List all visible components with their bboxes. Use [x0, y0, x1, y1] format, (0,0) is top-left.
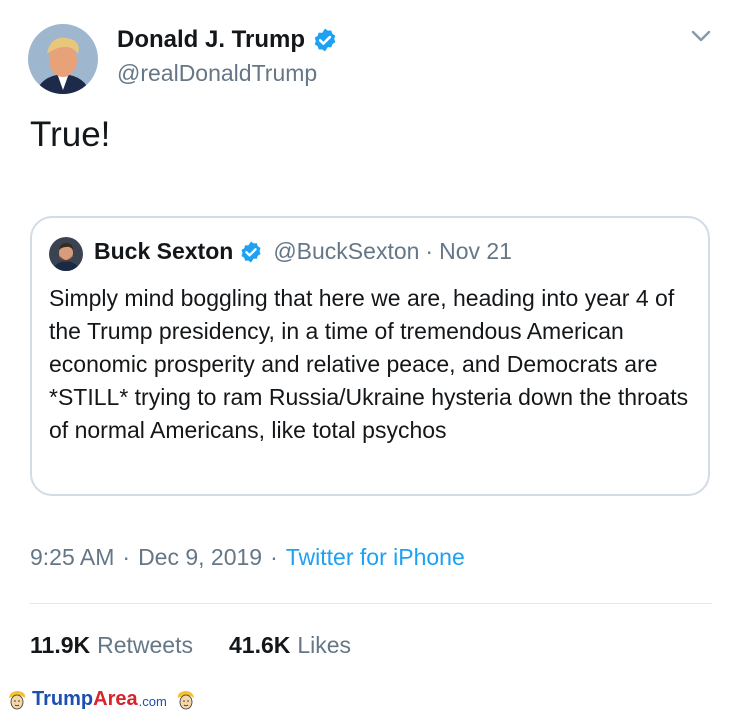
separator-dot: · — [122, 544, 131, 570]
tweet-time[interactable]: 9:25 AM — [30, 544, 114, 571]
quoted-display-name[interactable]: Buck Sexton — [94, 238, 233, 265]
cartoon-face-icon — [175, 689, 197, 711]
likes-count: 41.6K — [228, 632, 291, 658]
watermark-part2: Area — [93, 688, 138, 710]
separator-dot: · — [270, 544, 278, 570]
separator-dot: · — [425, 238, 434, 264]
author-display-name[interactable]: Donald J. Trump — [117, 26, 305, 54]
quoted-tweet-card[interactable]: Buck Sexton @BuckSexton · Nov 21 Simply … — [30, 216, 710, 496]
verified-badge-icon — [239, 240, 263, 264]
quoted-date[interactable]: Nov 21 — [439, 238, 512, 265]
likes-stat[interactable]: 41.6K Likes — [229, 632, 351, 659]
chevron-down-icon[interactable] — [690, 28, 712, 44]
retweets-stat[interactable]: 11.9K Retweets — [30, 632, 193, 659]
quoted-handle[interactable]: @BuckSexton — [273, 238, 419, 265]
retweets-label: Retweets — [97, 632, 193, 658]
tweet-text: True! — [30, 115, 111, 154]
avatar-photo-icon — [28, 24, 98, 94]
tweet-date[interactable]: Dec 9, 2019 — [138, 544, 262, 571]
cartoon-face-icon — [6, 689, 28, 711]
quoted-tweet-text: Simply mind boggling that here we are, h… — [49, 285, 689, 443]
watermark-part3: .com — [138, 694, 167, 709]
tweet-source-link[interactable]: Twitter for iPhone — [286, 544, 465, 571]
quoted-author-avatar[interactable] — [49, 237, 83, 271]
retweets-count: 11.9K — [30, 632, 91, 658]
verified-badge-icon — [312, 27, 338, 53]
likes-label: Likes — [297, 632, 352, 658]
divider — [30, 603, 712, 604]
watermark-part1: Trump — [32, 688, 94, 710]
author-avatar[interactable] — [28, 24, 98, 94]
avatar-photo-icon — [49, 237, 83, 271]
site-watermark: Trump Area .com — [6, 688, 197, 711]
author-handle[interactable]: @realDonaldTrump — [117, 60, 317, 87]
